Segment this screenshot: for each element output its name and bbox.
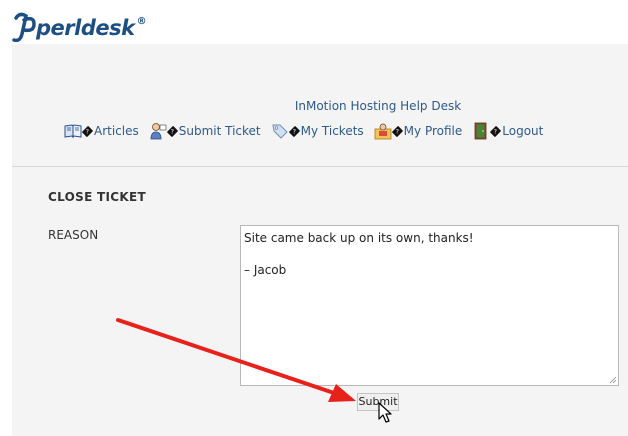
logo-text: perldesk <box>36 16 135 40</box>
broken-char-icon: ? <box>166 125 178 137</box>
nav-item-submit-ticket[interactable]: ? Submit Ticket <box>149 122 261 140</box>
logo-trademark: ® <box>136 16 147 27</box>
broken-char-icon: ? <box>288 125 300 137</box>
reason-label: REASON <box>48 228 99 242</box>
main-nav: ? Articles ? Submit Ticket ? My Tickets … <box>64 122 543 140</box>
tag-icon <box>272 124 288 139</box>
help-desk-title[interactable]: InMotion Hosting Help Desk <box>0 99 628 113</box>
reason-line: – Jacob <box>244 263 287 277</box>
section-title: CLOSE TICKET <box>48 190 146 204</box>
user-submit-icon <box>150 123 167 140</box>
nav-label-my-tickets: My Tickets <box>300 124 364 138</box>
nav-item-my-profile[interactable]: ? My Profile <box>374 122 463 140</box>
book-icon <box>64 124 82 139</box>
nav-label-articles: Articles <box>94 124 139 138</box>
nav-item-my-tickets[interactable]: ? My Tickets <box>271 122 364 140</box>
resize-grip-icon[interactable] <box>609 376 617 384</box>
broken-char-icon: ? <box>490 125 502 137</box>
nav-item-articles[interactable]: ? Articles <box>64 122 139 140</box>
broken-char-icon: ? <box>391 125 403 137</box>
nav-label-my-profile: My Profile <box>403 124 463 138</box>
mouse-cursor-icon <box>378 402 392 423</box>
nav-label-submit-ticket: Submit Ticket <box>178 124 261 138</box>
reason-line <box>244 246 615 262</box>
nav-item-logout[interactable]: ? Logout <box>472 122 543 140</box>
header-divider <box>12 166 628 167</box>
profile-folder-icon <box>374 123 392 140</box>
logout-door-icon <box>474 122 487 140</box>
reason-line: Site came back up on its own, thanks! <box>244 231 474 245</box>
nav-label-logout: Logout <box>502 124 544 138</box>
broken-char-icon: ? <box>81 125 94 137</box>
reason-textarea[interactable]: Site came back up on its own, thanks! – … <box>240 225 619 386</box>
